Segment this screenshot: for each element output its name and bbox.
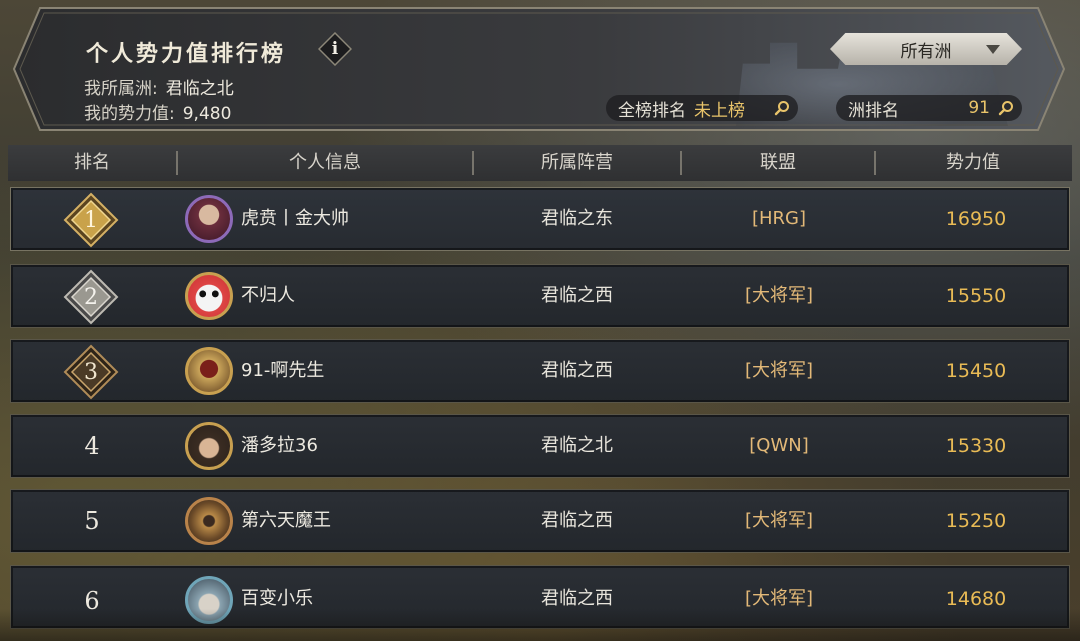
avatar[interactable] [185, 422, 233, 470]
global-rank-label: 全榜排名 [618, 100, 686, 121]
info-icon-glyph: i [331, 39, 339, 59]
chevron-down-icon [986, 45, 1000, 54]
avatar[interactable] [185, 347, 233, 395]
player-power: 14680 [945, 588, 1007, 610]
my-power-label: 我的势力值: [84, 104, 175, 124]
column-header-faction: 所属阵营 [541, 152, 613, 173]
rank-number: 3 [84, 359, 98, 385]
player-alliance: [HRG] [751, 208, 807, 229]
my-power-value: 9,480 [182, 104, 232, 124]
my-continent-value: 君临之北 [165, 79, 234, 99]
leaderboard-header: 个人势力值排行榜 i 我所属洲: 君临之北 我的势力值: 9,480 所有洲 全榜排… [12, 6, 1066, 132]
table-row[interactable]: 1 虎贲丨金大帅 君临之东 [HRG] 16950 [10, 187, 1070, 251]
continent-rank-search[interactable]: 洲排名 91 [836, 95, 1022, 121]
info-button[interactable]: i [317, 31, 353, 67]
table-header: 排名 个人信息 所属阵营 联盟 势力值 [8, 145, 1072, 181]
rank-badge-bronze: 3 [63, 344, 119, 400]
rank-number: 5 [84, 507, 100, 535]
player-faction: 君临之西 [541, 510, 613, 531]
my-power: 我的势力值: 9,480 [84, 99, 231, 124]
avatar[interactable] [185, 576, 233, 624]
avatar[interactable] [185, 272, 233, 320]
table-row[interactable]: 2 不归人 君临之西 [大将军] 15550 [10, 264, 1070, 328]
search-icon[interactable] [774, 100, 790, 116]
player-faction: 君临之西 [541, 588, 613, 609]
continent-rank-value: 91 [968, 98, 990, 118]
player-faction: 君临之西 [541, 360, 613, 381]
column-header-alliance: 联盟 [760, 152, 796, 173]
continent-filter-dropdown[interactable]: 所有洲 [830, 33, 1022, 65]
player-name[interactable]: 潘多拉36 [241, 415, 461, 477]
player-faction: 君临之东 [541, 208, 613, 229]
my-continent: 我所属洲: 君临之北 [84, 74, 234, 99]
player-name[interactable]: 百变小乐 [241, 568, 461, 630]
rank-number: 2 [84, 284, 98, 310]
player-faction: 君临之西 [541, 285, 613, 306]
search-icon[interactable] [998, 100, 1014, 116]
continent-filter-value: 所有洲 [900, 41, 952, 62]
player-name[interactable]: 第六天魔王 [241, 490, 461, 552]
column-header-rank: 排名 [74, 152, 110, 173]
table-row[interactable]: 5 第六天魔王 君临之西 [大将军] 15250 [10, 489, 1070, 553]
column-header-power: 势力值 [946, 152, 1000, 173]
avatar[interactable] [185, 195, 233, 243]
global-rank-value: 未上榜 [694, 100, 745, 121]
player-power: 15250 [945, 510, 1007, 532]
my-continent-label: 我所属洲: [84, 79, 158, 99]
rank-badge-silver: 2 [63, 269, 119, 325]
player-faction: 君临之北 [541, 435, 613, 456]
player-name[interactable]: 91-啊先生 [241, 340, 461, 402]
player-name[interactable]: 不归人 [241, 265, 461, 327]
player-power: 15450 [945, 360, 1007, 382]
rank-number: 4 [84, 432, 100, 460]
column-header-player-info: 个人信息 [289, 152, 361, 173]
rank-number: 1 [84, 207, 98, 233]
continent-rank-label: 洲排名 [848, 100, 899, 121]
player-power: 15550 [945, 285, 1007, 307]
player-alliance: [QWN] [749, 435, 809, 456]
player-alliance: [大将军] [744, 360, 814, 381]
table-row[interactable]: 4 潘多拉36 君临之北 [QWN] 15330 [10, 414, 1070, 478]
player-power: 15330 [945, 435, 1007, 457]
player-name[interactable]: 虎贲丨金大帅 [241, 188, 461, 250]
table-row[interactable]: 6 百变小乐 君临之西 [大将军] 14680 [10, 565, 1070, 629]
global-rank-search[interactable]: 全榜排名 未上榜 [606, 95, 798, 121]
rank-number: 6 [84, 587, 100, 615]
player-alliance: [大将军] [744, 285, 814, 306]
rank-badge-gold: 1 [63, 192, 119, 248]
avatar[interactable] [185, 497, 233, 545]
page-title: 个人势力值排行榜 [86, 42, 287, 67]
table-row[interactable]: 3 91-啊先生 君临之西 [大将军] 15450 [10, 339, 1070, 403]
player-alliance: [大将军] [744, 510, 814, 531]
player-power: 16950 [945, 208, 1007, 230]
player-alliance: [大将军] [744, 588, 814, 609]
